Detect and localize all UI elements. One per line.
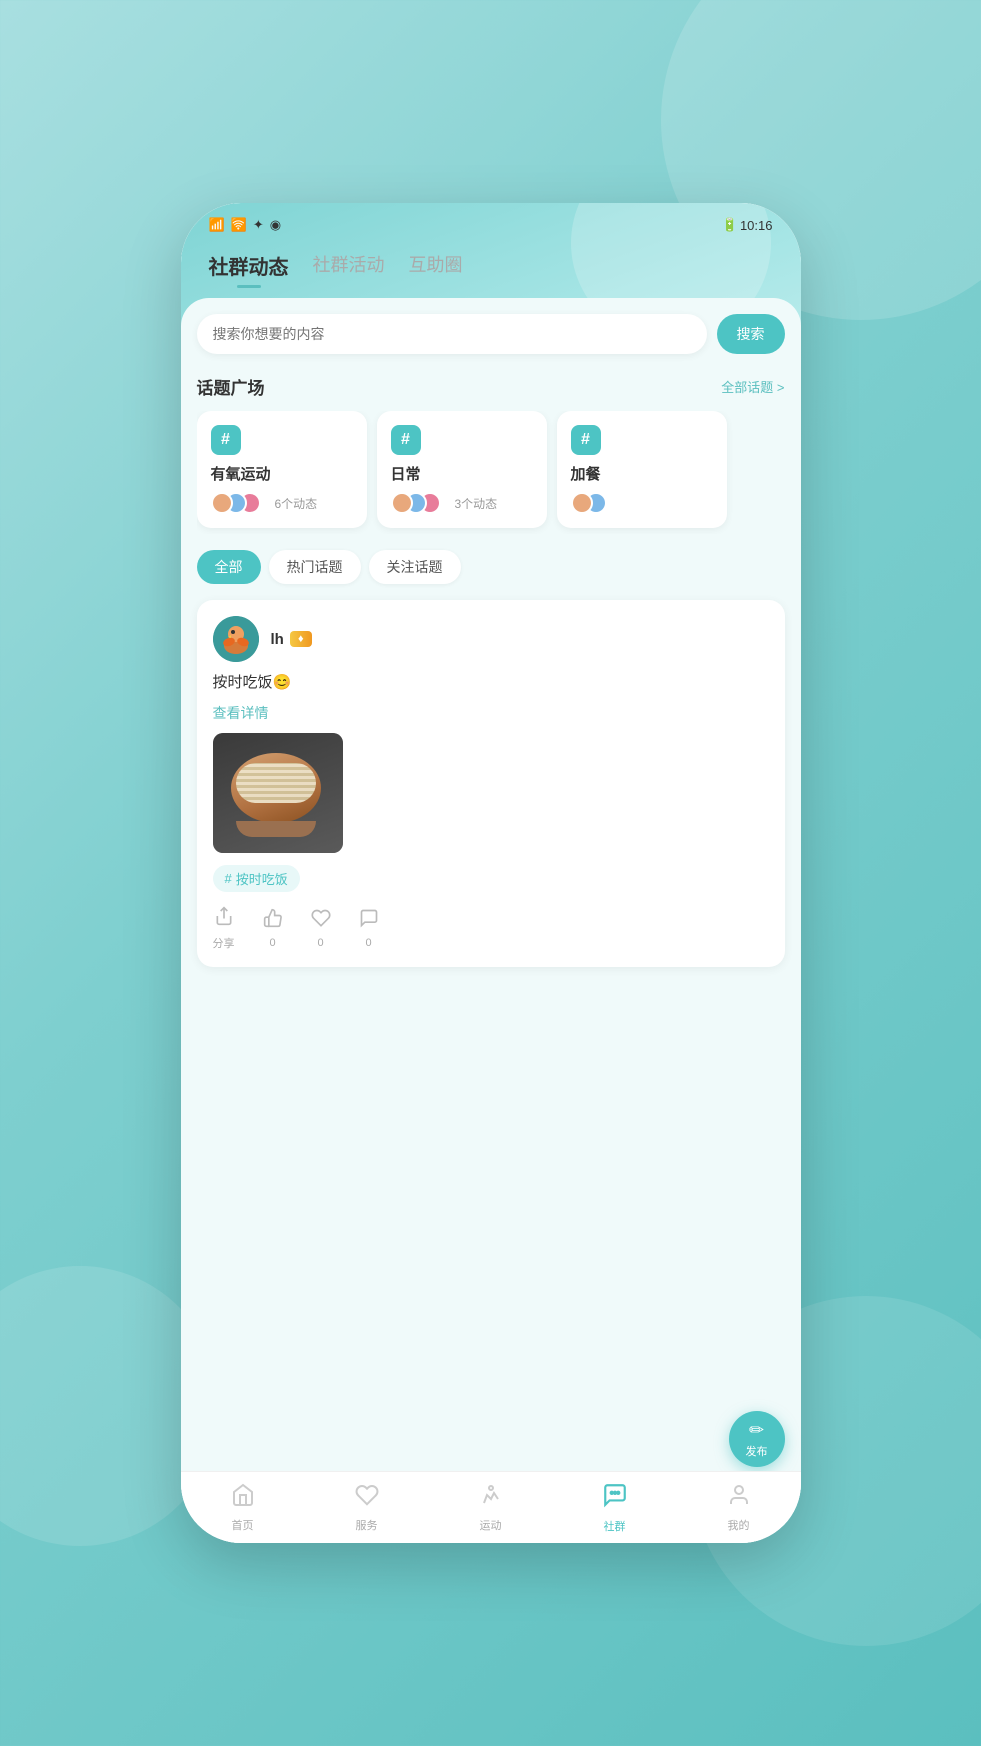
nav-label-sport: 运动: [480, 1517, 502, 1533]
topic-card-daily[interactable]: # 日常 3个动态: [377, 411, 547, 528]
fab-label: 发布: [746, 1443, 768, 1459]
topic-meta-extra: [571, 492, 713, 514]
tag-hash: #: [225, 871, 232, 886]
filter-tab-all[interactable]: 全部: [197, 550, 261, 584]
topic-card-aerobic[interactable]: # 有氧运动 6个动态: [197, 411, 367, 528]
post-header: lh ♦: [213, 616, 769, 662]
profile-icon: [727, 1483, 751, 1513]
topic-avatars-2: [391, 492, 433, 514]
view-all-topics[interactable]: 全部话题 >: [721, 377, 784, 396]
battery-icon: 🔋: [722, 217, 738, 233]
topic-name-aerobic: 有氧运动: [211, 463, 353, 484]
status-time: 10:16: [740, 218, 773, 233]
search-bar: 搜索: [197, 314, 785, 354]
post-image[interactable]: [213, 733, 343, 853]
post-actions: 分享 0: [213, 902, 769, 951]
topic-count-aerobic: 6个动态: [275, 495, 318, 512]
heart-action[interactable]: 0: [311, 908, 331, 949]
wifi-icon: 🛜: [231, 217, 247, 233]
topic-hash-icon-2: #: [391, 425, 421, 455]
nav-label-home: 首页: [232, 1517, 254, 1533]
topic-section-header: 话题广场 全部话题 >: [197, 374, 785, 399]
topic-avatars: [211, 492, 253, 514]
tab-navigation: 社群动态 社群活动 互助圈: [181, 241, 801, 288]
topic-avatars-3: [571, 492, 599, 514]
post-tag[interactable]: # 按时吃饭: [213, 865, 300, 892]
post-text: 按时吃饭😊: [213, 672, 769, 695]
nav-item-service[interactable]: 服务: [305, 1483, 429, 1533]
content-area: 搜索 话题广场 全部话题 > # 有氧运动: [181, 298, 801, 1543]
comment-count: 0: [365, 937, 371, 949]
topic-count-daily: 3个动态: [455, 495, 498, 512]
fab-edit-icon: ✏: [749, 1420, 764, 1441]
battery-status: 🔋 10:16: [722, 217, 773, 233]
share-label: 分享: [213, 935, 235, 951]
topic-name-extra: 加餐: [571, 463, 713, 484]
topic-hash-icon: #: [211, 425, 241, 455]
home-icon: [231, 1483, 255, 1513]
heart-count: 0: [317, 937, 323, 949]
share-icon: [214, 906, 234, 932]
nav-item-profile[interactable]: 我的: [677, 1483, 801, 1533]
tab-mutual-circle[interactable]: 互助圈: [409, 251, 463, 288]
topic-meta-aerobic: 6个动态: [211, 492, 353, 514]
nfc-icon: ✦: [253, 217, 264, 233]
bowl-bottom: [236, 821, 316, 837]
noodle-bowl-image: [213, 733, 343, 853]
app-icon: ◉: [270, 217, 281, 233]
like-icon: [263, 908, 283, 934]
search-button[interactable]: 搜索: [717, 314, 785, 354]
topic-meta-daily: 3个动态: [391, 492, 533, 514]
nav-item-sport[interactable]: 运动: [429, 1483, 553, 1533]
like-count: 0: [269, 937, 275, 949]
filter-tab-hot[interactable]: 热门话题: [269, 550, 361, 584]
post-avatar: [213, 616, 259, 662]
topic-avatar-1: [211, 492, 233, 514]
topic-name-daily: 日常: [391, 463, 533, 484]
status-icons: 📶 🛜 ✦ ◉: [209, 217, 282, 233]
comment-action[interactable]: 0: [359, 908, 379, 949]
topic-hash-icon-3: #: [571, 425, 601, 455]
topic-avatar-4: [391, 492, 413, 514]
heart-icon: [311, 908, 331, 934]
share-action[interactable]: 分享: [213, 906, 235, 951]
search-input[interactable]: [213, 326, 691, 342]
service-icon: [355, 1483, 379, 1513]
community-icon: [602, 1482, 628, 1514]
post-user-info: lh ♦: [271, 631, 312, 648]
nav-label-community: 社群: [604, 1518, 626, 1534]
view-detail-link[interactable]: 查看详情: [213, 703, 769, 723]
nav-item-home[interactable]: 首页: [181, 1483, 305, 1533]
comment-icon: [359, 908, 379, 934]
filter-tab-follow[interactable]: 关注话题: [369, 550, 461, 584]
tab-community-activity[interactable]: 社群活动: [313, 251, 385, 288]
status-bar: 📶 🛜 ✦ ◉ 🔋 10:16: [181, 203, 801, 241]
vip-badge: ♦: [290, 631, 312, 647]
topic-card-extra-meal[interactable]: # 加餐: [557, 411, 727, 528]
nav-item-community[interactable]: 社群: [553, 1482, 677, 1534]
sport-icon: [479, 1483, 503, 1513]
topic-section-title: 话题广场: [197, 374, 265, 399]
like-action[interactable]: 0: [263, 908, 283, 949]
phone-frame: 📶 🛜 ✦ ◉ 🔋 10:16 社群动态 社群活动 互助圈: [181, 203, 801, 1543]
post-card: lh ♦ 按时吃饭😊 查看详情: [197, 600, 785, 967]
filter-tabs: 全部 热门话题 关注话题: [197, 550, 785, 584]
post-username: lh ♦: [271, 631, 312, 648]
tag-text: 按时吃饭: [236, 869, 288, 888]
publish-fab[interactable]: ✏ 发布: [729, 1411, 785, 1467]
topic-cards-scroll: # 有氧运动 6个动态 # 日常: [197, 411, 785, 534]
bottom-navigation: 首页 服务 运动: [181, 1471, 801, 1543]
nav-label-profile: 我的: [728, 1517, 750, 1533]
topic-avatar-7: [571, 492, 593, 514]
nav-label-service: 服务: [356, 1517, 378, 1533]
search-input-wrapper[interactable]: [197, 314, 707, 354]
signal-icon: 📶: [209, 217, 225, 233]
tab-community-dynamics[interactable]: 社群动态: [209, 251, 289, 288]
